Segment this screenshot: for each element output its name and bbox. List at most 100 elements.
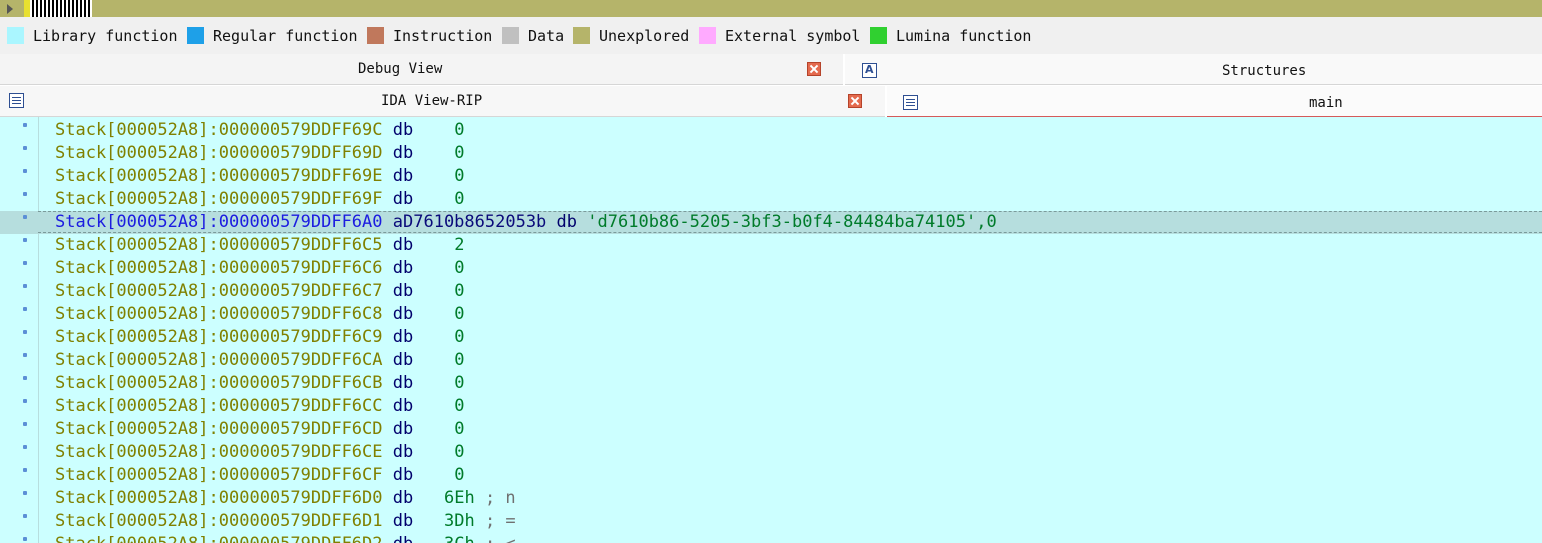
segment-address[interactable]: Stack[000052A8]:000000579DDFF6CF <box>55 465 383 485</box>
tab-main[interactable]: main <box>887 86 1542 117</box>
operand-value[interactable]: 0 <box>454 396 464 416</box>
listing-line: Stack[000052A8]:000000579DDFF6CD db 0 <box>55 419 464 440</box>
tab-ida-view-rip[interactable]: IDA View-RIP <box>0 86 885 117</box>
bullet-icon <box>23 146 27 150</box>
listing-row[interactable]: Stack[000052A8]:000000579DDFF69C db 0 <box>0 119 1542 142</box>
listing-row[interactable]: Stack[000052A8]:000000579DDFF6C7 db 0 <box>0 280 1542 303</box>
listing-row[interactable]: Stack[000052A8]:000000579DDFF69F db 0 <box>0 188 1542 211</box>
pseudocode-icon <box>903 95 918 110</box>
tab-structures[interactable]: Structures <box>845 54 1542 85</box>
operand-value[interactable]: 0 <box>454 166 464 186</box>
operand-value[interactable]: 0 <box>454 120 464 140</box>
listing-row[interactable]: Stack[000052A8]:000000579DDFF6C9 db 0 <box>0 326 1542 349</box>
bullet-icon <box>23 284 27 288</box>
listing-row[interactable]: Stack[000052A8]:000000579DDFF6CF db 0 <box>0 464 1542 487</box>
operand-value[interactable]: 0 <box>454 465 464 485</box>
legend-swatch <box>699 27 716 44</box>
segment-address[interactable]: Stack[000052A8]:000000579DDFF6CC <box>55 396 383 416</box>
operand-value[interactable]: 0 <box>454 281 464 301</box>
operand-value[interactable]: 3Dh <box>444 511 475 531</box>
legend-label: Unexplored <box>599 27 690 45</box>
close-icon[interactable] <box>807 62 821 76</box>
navigation-band[interactable] <box>0 0 1542 17</box>
nav-arrow-icon[interactable] <box>7 4 13 14</box>
segment-address[interactable]: Stack[000052A8]:000000579DDFF69F <box>55 189 383 209</box>
operand-value[interactable]: 0 <box>454 258 464 278</box>
operand-value[interactable]: 0 <box>454 350 464 370</box>
operand-value[interactable]: 'd7610b86-5205-3bf3-b0f4-84484ba74105',0 <box>587 212 996 232</box>
listing-line: Stack[000052A8]:000000579DDFF69E db 0 <box>55 166 464 187</box>
segment-address[interactable]: Stack[000052A8]:000000579DDFF6C9 <box>55 327 383 347</box>
operand-value[interactable]: 0 <box>454 419 464 439</box>
segment-address[interactable]: Stack[000052A8]:000000579DDFF6D2 <box>55 534 383 543</box>
operand-value[interactable]: 0 <box>454 442 464 462</box>
operand-value[interactable]: 0 <box>454 189 464 209</box>
segment-address[interactable]: Stack[000052A8]:000000579DDFF6CA <box>55 350 383 370</box>
legend-label: Regular function <box>213 27 358 45</box>
data-label-name[interactable]: aD7610b8652053b <box>393 212 547 232</box>
bullet-icon <box>23 215 27 219</box>
tab-title: Structures <box>1222 63 1307 79</box>
tab-title: IDA View-RIP <box>381 93 483 109</box>
bullet-icon <box>23 169 27 173</box>
listing-row[interactable]: Stack[000052A8]:000000579DDFF6CC db 0 <box>0 395 1542 418</box>
listing-row[interactable]: Stack[000052A8]:000000579DDFF6CA db 0 <box>0 349 1542 372</box>
legend-swatch <box>367 27 384 44</box>
bullet-icon <box>23 445 27 449</box>
listing-row[interactable]: Stack[000052A8]:000000579DDFF6CB db 0 <box>0 372 1542 395</box>
segment-address[interactable]: Stack[000052A8]:000000579DDFF6A0 <box>55 212 383 232</box>
directive: db <box>392 258 414 278</box>
segment-address[interactable]: Stack[000052A8]:000000579DDFF6D0 <box>55 488 383 508</box>
segment-address[interactable]: Stack[000052A8]:000000579DDFF6C6 <box>55 258 383 278</box>
segment-address[interactable]: Stack[000052A8]:000000579DDFF6C7 <box>55 281 383 301</box>
directive: db <box>392 419 414 439</box>
listing-row[interactable]: Stack[000052A8]:000000579DDFF6CD db 0 <box>0 418 1542 441</box>
listing-row[interactable]: Stack[000052A8]:000000579DDFF6C5 db 2 <box>0 234 1542 257</box>
listing-row[interactable]: Stack[000052A8]:000000579DDFF6C8 db 0 <box>0 303 1542 326</box>
segment-address[interactable]: Stack[000052A8]:000000579DDFF6D1 <box>55 511 383 531</box>
bullet-icon <box>23 330 27 334</box>
bullet-icon <box>23 468 27 472</box>
operand-value[interactable]: 0 <box>454 304 464 324</box>
segment-address[interactable]: Stack[000052A8]:000000579DDFF6CD <box>55 419 383 439</box>
listing-line: Stack[000052A8]:000000579DDFF6A0 aD7610b… <box>55 212 997 233</box>
listing-row[interactable]: Stack[000052A8]:000000579DDFF69E db 0 <box>0 165 1542 188</box>
segment-address[interactable]: Stack[000052A8]:000000579DDFF69D <box>55 143 383 163</box>
segment-address[interactable]: Stack[000052A8]:000000579DDFF6CB <box>55 373 383 393</box>
operand-value[interactable]: 2 <box>454 235 464 255</box>
tab-debug-view[interactable]: Debug View <box>0 54 843 85</box>
legend-swatch <box>870 27 887 44</box>
comment: ; n <box>484 488 516 508</box>
directive: db <box>392 465 414 485</box>
listing-line: Stack[000052A8]:000000579DDFF6C7 db 0 <box>55 281 464 302</box>
navigation-band-functions[interactable] <box>24 0 92 17</box>
disassembly-listing[interactable]: Stack[000052A8]:000000579DDFF69C db 0 Sta… <box>0 117 1542 543</box>
listing-row-current[interactable]: Stack[000052A8]:000000579DDFF6A0 aD7610b… <box>0 211 1542 234</box>
segment-address[interactable]: Stack[000052A8]:000000579DDFF6C5 <box>55 235 383 255</box>
segment-address[interactable]: Stack[000052A8]:000000579DDFF6C8 <box>55 304 383 324</box>
operand-value[interactable]: 0 <box>454 327 464 347</box>
operand-value[interactable]: 3Ch <box>444 534 475 543</box>
segment-address[interactable]: Stack[000052A8]:000000579DDFF6CE <box>55 442 383 462</box>
directive: db <box>392 488 414 508</box>
listing-line: Stack[000052A8]:000000579DDFF6C8 db 0 <box>55 304 464 325</box>
segment-address[interactable]: Stack[000052A8]:000000579DDFF69E <box>55 166 383 186</box>
directive: db <box>393 534 413 543</box>
operand-value[interactable]: 0 <box>454 373 464 393</box>
directive: db <box>392 143 414 163</box>
legend-swatch <box>573 27 590 44</box>
comment: ; < <box>485 534 516 543</box>
operand-value[interactable]: 0 <box>454 143 464 163</box>
listing-row[interactable]: Stack[000052A8]:000000579DDFF6D2 db 3Ch … <box>0 533 1542 543</box>
listing-line: Stack[000052A8]:000000579DDFF6D1 db 3Dh … <box>55 511 516 532</box>
operand-value[interactable]: 6Eh <box>444 488 475 508</box>
legend-label: Lumina function <box>896 27 1032 45</box>
close-icon[interactable] <box>848 94 862 108</box>
listing-row[interactable]: Stack[000052A8]:000000579DDFF6D1 db 3Dh … <box>0 510 1542 533</box>
listing-row[interactable]: Stack[000052A8]:000000579DDFF6CE db 0 <box>0 441 1542 464</box>
listing-row[interactable]: Stack[000052A8]:000000579DDFF6C6 db 0 <box>0 257 1542 280</box>
listing-row[interactable]: Stack[000052A8]:000000579DDFF69D db 0 <box>0 142 1542 165</box>
listing-line: Stack[000052A8]:000000579DDFF6CC db 0 <box>55 396 464 417</box>
listing-row[interactable]: Stack[000052A8]:000000579DDFF6D0 db 6Eh … <box>0 487 1542 510</box>
segment-address[interactable]: Stack[000052A8]:000000579DDFF69C <box>55 120 383 140</box>
